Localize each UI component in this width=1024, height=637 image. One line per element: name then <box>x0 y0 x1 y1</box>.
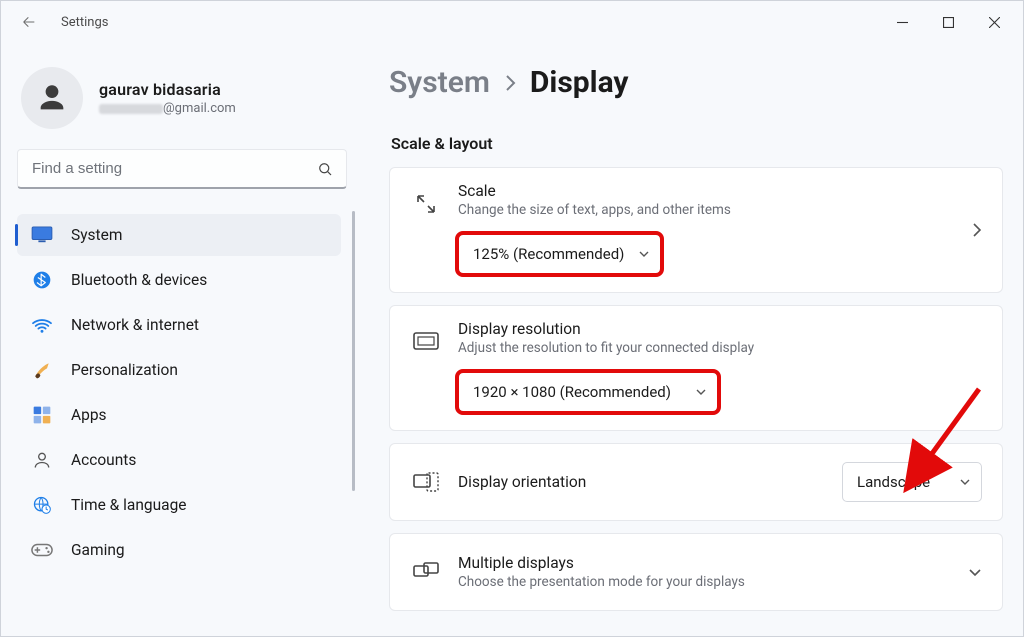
sidebar-item-label: Apps <box>71 406 107 424</box>
window-controls <box>879 6 1017 38</box>
back-button[interactable] <box>15 8 43 36</box>
resolution-icon <box>408 324 444 360</box>
profile-email: @gmail.com <box>99 101 236 116</box>
sidebar-item-time-language[interactable]: Time & language <box>17 484 341 526</box>
close-button[interactable] <box>971 6 1017 38</box>
minimize-button[interactable] <box>879 6 925 38</box>
sidebar-item-accounts[interactable]: Accounts <box>17 439 341 481</box>
search-box[interactable] <box>17 149 347 189</box>
multiple-displays-icon <box>408 554 444 590</box>
sidebar: gaurav bidasaria @gmail.com System <box>1 43 359 636</box>
sidebar-item-label: Bluetooth & devices <box>71 271 207 289</box>
card-orientation[interactable]: Display orientation Landscape <box>389 443 1003 521</box>
breadcrumb: System Display <box>389 65 1003 100</box>
globe-clock-icon <box>31 494 53 516</box>
card-desc: Change the size of text, apps, and other… <box>458 202 984 218</box>
sidebar-item-label: Accounts <box>71 451 136 469</box>
orientation-icon <box>408 464 444 500</box>
sidebar-item-label: Network & internet <box>71 316 199 334</box>
sidebar-item-label: Personalization <box>71 361 178 379</box>
main: System Display Scale & layout Scale Chan… <box>359 43 1023 636</box>
sidebar-item-bluetooth[interactable]: Bluetooth & devices <box>17 259 341 301</box>
scale-icon <box>408 186 444 222</box>
app-title: Settings <box>61 15 108 30</box>
bluetooth-icon <box>31 269 53 291</box>
person-icon <box>35 81 69 115</box>
scale-select[interactable]: 125% (Recommended) <box>458 234 661 274</box>
search-icon <box>316 160 334 178</box>
apps-icon <box>31 404 53 426</box>
chevron-down-icon <box>959 476 971 488</box>
page-title: Display <box>530 65 629 100</box>
gamepad-icon <box>31 539 53 561</box>
monitor-icon <box>31 224 53 246</box>
breadcrumb-parent[interactable]: System <box>389 65 490 100</box>
card-desc: Choose the presentation mode for your di… <box>458 574 984 590</box>
sidebar-item-system[interactable]: System <box>17 214 341 256</box>
avatar <box>21 67 83 129</box>
sidebar-item-gaming[interactable]: Gaming <box>17 529 341 571</box>
arrow-left-icon <box>21 14 37 30</box>
sidebar-item-label: Time & language <box>71 496 187 514</box>
wifi-icon <box>31 314 53 336</box>
sidebar-item-personalization[interactable]: Personalization <box>17 349 341 391</box>
chevron-down-icon <box>968 565 982 579</box>
brush-icon <box>31 359 53 381</box>
scrollbar[interactable] <box>352 211 355 491</box>
chevron-right-icon <box>972 222 982 238</box>
profile[interactable]: gaurav bidasaria @gmail.com <box>15 53 359 145</box>
chevron-down-icon <box>695 386 707 398</box>
sidebar-item-apps[interactable]: Apps <box>17 394 341 436</box>
section-scale-layout: Scale & layout <box>391 134 1003 153</box>
card-title: Scale <box>458 182 984 200</box>
profile-name: gaurav bidasaria <box>99 80 236 99</box>
card-desc: Adjust the resolution to fit your connec… <box>458 340 984 356</box>
sidebar-item-label: System <box>71 226 122 244</box>
card-scale[interactable]: Scale Change the size of text, apps, and… <box>389 167 1003 293</box>
orientation-select[interactable]: Landscape <box>842 462 982 502</box>
resolution-select[interactable]: 1920 × 1080 (Recommended) <box>458 372 718 412</box>
resolution-value: 1920 × 1080 (Recommended) <box>473 383 671 401</box>
content: gaurav bidasaria @gmail.com System <box>1 43 1023 636</box>
accounts-icon <box>31 449 53 471</box>
sidebar-item-network[interactable]: Network & internet <box>17 304 341 346</box>
chevron-down-icon <box>638 248 650 260</box>
maximize-button[interactable] <box>925 6 971 38</box>
card-resolution[interactable]: Display resolution Adjust the resolution… <box>389 305 1003 431</box>
email-redacted <box>99 104 163 114</box>
card-multiple-displays[interactable]: Multiple displays Choose the presentatio… <box>389 533 1003 611</box>
titlebar: Settings <box>1 1 1023 43</box>
card-title: Multiple displays <box>458 554 984 572</box>
sidebar-item-label: Gaming <box>71 541 125 559</box>
chevron-right-icon <box>504 74 516 92</box>
search-input[interactable] <box>30 159 316 178</box>
scale-value: 125% (Recommended) <box>473 245 624 263</box>
profile-text: gaurav bidasaria @gmail.com <box>99 80 236 116</box>
orientation-value: Landscape <box>857 473 930 491</box>
settings-window: Settings gaurav bidasaria @gmail.com <box>0 0 1024 637</box>
nav: System Bluetooth & devices Network & int… <box>15 211 359 636</box>
card-title: Display resolution <box>458 320 984 338</box>
